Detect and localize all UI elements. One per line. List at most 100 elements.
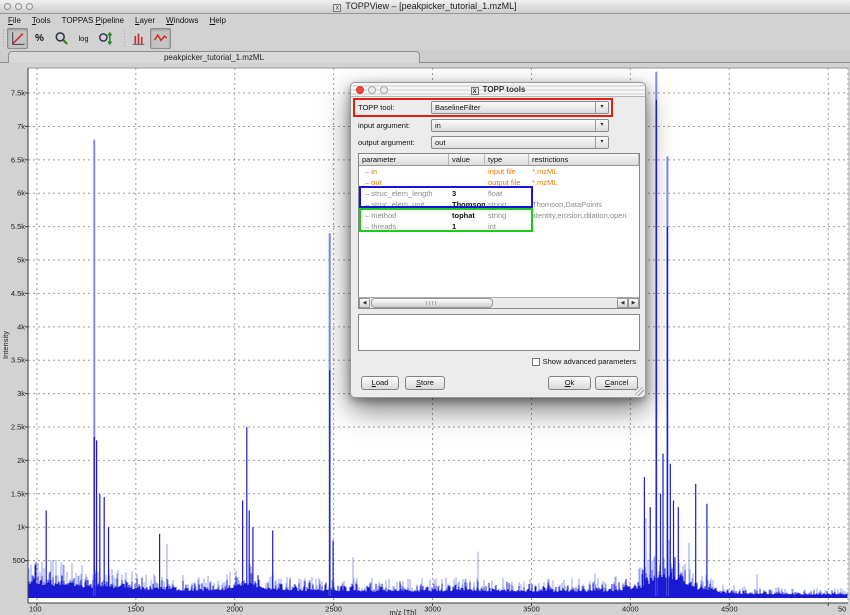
dialog-close-icon[interactable]: [356, 86, 364, 94]
parameter-table[interactable]: parameter value type restrictions ininpu…: [358, 153, 640, 309]
toolbar-handle: [1, 30, 5, 48]
toolbar: % log: [0, 27, 850, 50]
col-value[interactable]: value: [449, 154, 485, 165]
menu-help[interactable]: Help: [210, 16, 226, 25]
input-argument-select[interactable]: in: [431, 119, 609, 132]
input-argument-label: input argument:: [358, 119, 410, 132]
magnifier-icon: [54, 31, 69, 46]
input-argument-value: in: [435, 120, 441, 132]
topp-tools-dialog[interactable]: TOPP tools TOPP tool: BaselineFilter inp…: [350, 82, 646, 398]
zoom-mode-button[interactable]: [51, 28, 72, 49]
x-tick-label: 50: [838, 605, 846, 614]
output-argument-select[interactable]: out: [431, 136, 609, 149]
menu-windows[interactable]: Windows: [166, 16, 198, 25]
menu-file[interactable]: File: [8, 16, 21, 25]
store-button[interactable]: Store: [405, 376, 445, 390]
tabbar: peakpicker_tutorial_1.mzML: [0, 50, 850, 63]
x-tick-label: 2000: [226, 605, 243, 614]
window-title: TOPPView – [peakpicker_tutorial_1.mzML]: [345, 1, 516, 11]
y-axis-title: Intensity: [1, 331, 10, 359]
y-tick-label: 2.5k: [11, 423, 25, 432]
log-intensity-button[interactable]: log: [73, 28, 94, 49]
show-advanced-checkbox[interactable]: [532, 358, 540, 366]
output-argument-value: out: [435, 137, 445, 149]
param-row-out[interactable]: outoutput file*.mzML: [359, 177, 639, 188]
x-tick-label: 3500: [523, 605, 540, 614]
scrollbar-thumb[interactable]: [371, 298, 493, 308]
x-tick-label: 4500: [721, 605, 738, 614]
chevron-down-icon[interactable]: [595, 120, 608, 131]
load-button[interactable]: Load: [361, 376, 399, 390]
chevron-down-icon[interactable]: [595, 102, 608, 113]
scroll-left-icon[interactable]: ◀: [359, 298, 370, 308]
ok-button[interactable]: Ok: [548, 376, 591, 390]
topp-tool-select[interactable]: BaselineFilter: [431, 101, 609, 114]
parameter-rows: ininput file*.mzMLoutoutput file*.mzMLst…: [359, 166, 639, 232]
y-tick-label: 5.5k: [11, 222, 25, 231]
axes-diagonal-icon: [10, 31, 25, 46]
x-tick-label: 2500: [325, 605, 342, 614]
x-tick-label: 1500: [127, 605, 144, 614]
col-parameter[interactable]: parameter: [359, 154, 449, 165]
tab-peakpicker-tutorial[interactable]: peakpicker_tutorial_1.mzML: [8, 51, 420, 63]
line-curve-icon: [153, 31, 168, 46]
parameter-table-header: parameter value type restrictions: [359, 154, 639, 166]
param-row-struc_elem_unit[interactable]: struc_elem_unitThomsonstringThomson,Data…: [359, 199, 639, 210]
output-argument-row: output argument: out: [351, 136, 645, 150]
minimize-window-icon[interactable]: [15, 3, 22, 10]
description-box[interactable]: [358, 314, 640, 351]
toppview-window: TOPPView – [peakpicker_tutorial_1.mzML] …: [0, 0, 850, 615]
y-tick-label: 500: [12, 556, 25, 565]
y-tick-label: 6.5k: [11, 155, 25, 164]
param-row-in[interactable]: ininput file*.mzML: [359, 166, 639, 177]
scroll-left-icon[interactable]: ◀: [617, 298, 628, 308]
scroll-right-icon[interactable]: ▶: [628, 298, 639, 308]
col-type[interactable]: type: [485, 154, 529, 165]
resize-grip[interactable]: [635, 387, 644, 396]
menu-layer[interactable]: Layer: [135, 16, 155, 25]
param-row-threads[interactable]: threads1int: [359, 221, 639, 232]
output-argument-label: output argument:: [358, 136, 415, 149]
x-tick-label: 3000: [424, 605, 441, 614]
maximize-window-icon[interactable]: [26, 3, 33, 10]
dialog-window-controls[interactable]: [356, 86, 388, 94]
y-tick-label: 1.5k: [11, 489, 25, 498]
input-argument-row: input argument: in: [351, 119, 645, 133]
full-range-button[interactable]: [7, 28, 28, 49]
x-tick-label: 100: [29, 605, 42, 614]
advanced-parameters-row: Show advanced parameters: [532, 357, 636, 366]
dialog-title: TOPP tools: [483, 85, 526, 94]
percent-intensity-button[interactable]: %: [29, 28, 50, 49]
cancel-button[interactable]: Cancel: [595, 376, 638, 390]
window-controls[interactable]: [4, 3, 33, 10]
col-restrictions[interactable]: restrictions: [529, 154, 639, 165]
log-icon: log: [78, 34, 88, 43]
raw-draw-mode-button[interactable]: [150, 28, 171, 49]
x-axis-title: m/z [Th]: [389, 608, 416, 615]
menu-tools[interactable]: Tools: [32, 16, 51, 25]
x-tick-label: 4000: [622, 605, 639, 614]
peaks-draw-mode-button[interactable]: [128, 28, 149, 49]
y-tick-label: 7.5k: [11, 89, 25, 98]
dialog-minimize-icon[interactable]: [368, 86, 376, 94]
dialog-zoom-icon[interactable]: [380, 86, 388, 94]
window-titlebar: TOPPView – [peakpicker_tutorial_1.mzML]: [0, 0, 850, 14]
y-tick-label: 3k: [17, 389, 25, 398]
magnifier-arrows-icon: [98, 31, 113, 46]
snap-intensity-button[interactable]: [95, 28, 116, 49]
y-tick-label: 6k: [17, 189, 25, 198]
param-row-method[interactable]: methodtophatstringidentity,erosion,dilat…: [359, 210, 639, 221]
table-hscrollbar[interactable]: ◀ ◀ ▶: [359, 297, 639, 308]
percent-icon: %: [35, 33, 44, 44]
close-window-icon[interactable]: [4, 3, 11, 10]
app-x-icon: [333, 4, 341, 12]
y-tick-label: 7k: [17, 122, 25, 131]
toolbar-handle: [122, 30, 126, 48]
menu-toppas-pipeline[interactable]: TOPPAS Pipeline: [62, 16, 124, 25]
param-row-struc_elem_length[interactable]: struc_elem_length3float: [359, 188, 639, 199]
chevron-down-icon[interactable]: [595, 137, 608, 148]
topp-tool-label: TOPP tool:: [358, 101, 394, 114]
y-tick-label: 4.5k: [11, 289, 25, 298]
y-tick-label: 1k: [17, 523, 25, 532]
dialog-titlebar[interactable]: TOPP tools: [351, 83, 645, 97]
